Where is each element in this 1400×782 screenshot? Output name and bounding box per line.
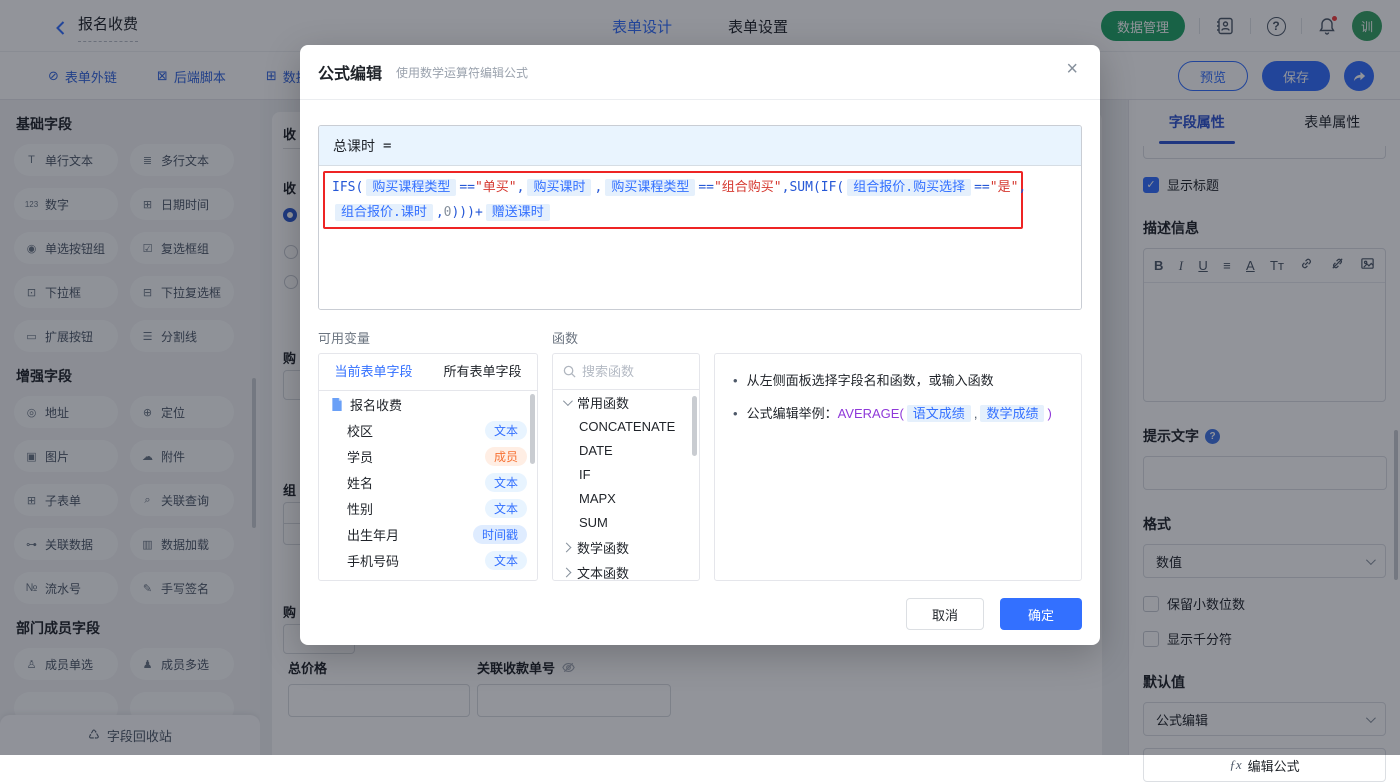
variables-root-row[interactable]: 报名收费 <box>319 391 537 417</box>
field-chip[interactable]: 组合报价.课时 <box>335 204 433 221</box>
formula-token: , <box>517 180 525 195</box>
formula-line: 组合报价.课时,0)))+赠送课时 <box>332 200 1014 225</box>
formula-token: "组合购买" <box>714 180 782 195</box>
function-item[interactable]: IF <box>553 463 699 487</box>
function-group-name: 数学函数 <box>577 538 629 557</box>
variable-row[interactable]: 学员成员 <box>319 443 537 469</box>
function-group-常用函数[interactable]: 常用函数 <box>553 390 699 415</box>
bullet: • <box>733 369 738 393</box>
formula-input-area[interactable]: IFS(购买课程类型=="单买",购买课时,购买课程类型=="组合购买",SUM… <box>319 166 1081 309</box>
formula-token: )))+ <box>451 205 482 220</box>
variable-type-badge: 文本 <box>485 499 527 518</box>
tip-token: ) <box>1047 406 1051 421</box>
functions-scrollbar[interactable] <box>692 396 697 456</box>
formula-token: , <box>1018 180 1026 195</box>
formula-edit-dialog: 公式编辑 使用数学运算符编辑公式 × 总课时 = IFS(购买课程类型=="单买… <box>300 45 1100 645</box>
variable-row[interactable]: 出生年月时间戳 <box>319 521 537 547</box>
variable-row[interactable]: 校区文本 <box>319 417 537 443</box>
variable-name: 学员 <box>347 447 485 466</box>
variables-scrollbar[interactable] <box>530 394 535 464</box>
variable-row[interactable]: 性别文本 <box>319 495 537 521</box>
function-group-name: 文本函数 <box>577 563 629 581</box>
formula-token: "是" <box>990 180 1019 195</box>
formula-line: IFS(购买课程类型=="单买",购买课时,购买课程类型=="组合购买",SUM… <box>332 175 1014 200</box>
field-chip: 数学成绩 <box>980 405 1044 422</box>
functions-panel: 常用函数 CONCATENATEDATEIFMAPXSUM 数学函数文本函数 <box>552 353 700 581</box>
variables-tab-所有表单字段[interactable]: 所有表单字段 <box>428 354 537 390</box>
formula-token: , <box>436 205 444 220</box>
formula-editor: 总课时 = IFS(购买课程类型=="单买",购买课时,购买课程类型=="组合购… <box>318 125 1082 310</box>
functions-label: 函数 <box>552 328 714 347</box>
tip-example: 公式编辑举例：AVERAGE(语文成绩,数学成绩) <box>747 402 1052 426</box>
chevron-right-icon <box>562 543 572 553</box>
formula-token: ,SUM(IF( <box>782 180 845 195</box>
field-chip: 语文成绩 <box>907 405 971 422</box>
function-search-input[interactable] <box>582 364 682 379</box>
formula-token: "单买" <box>475 180 517 195</box>
variable-type-badge: 成员 <box>485 447 527 466</box>
formula-token: == <box>698 180 714 195</box>
variables-panel: 当前表单字段所有表单字段 报名收费校区文本学员成员姓名文本性别文本出生年月时间戳… <box>318 353 538 581</box>
formula-token: == <box>974 180 990 195</box>
variable-type-badge: 文本 <box>485 473 527 492</box>
function-group-文本函数[interactable]: 文本函数 <box>553 560 699 581</box>
tip-token: , <box>974 406 978 421</box>
variable-type-badge: 文本 <box>485 421 527 440</box>
variable-type-badge: 文本 <box>485 551 527 570</box>
search-icon <box>563 365 576 378</box>
dialog-title: 公式编辑 <box>318 60 382 84</box>
variable-name: 校区 <box>347 421 485 440</box>
formula-target: 总课时 = <box>319 126 1081 166</box>
formula-tips: • 从左侧面板选择字段名和函数，或输入函数 • 公式编辑举例：AVERAGE(语… <box>714 353 1082 581</box>
tip-text: 从左侧面板选择字段名和函数，或输入函数 <box>747 369 994 393</box>
variables-label: 可用变量 <box>318 328 552 347</box>
function-item[interactable]: CONCATENATE <box>553 415 699 439</box>
field-chip[interactable]: 购买课程类型 <box>605 179 695 196</box>
dialog-subtitle: 使用数学运算符编辑公式 <box>396 64 528 81</box>
function-group-name: 常用函数 <box>577 393 629 412</box>
variable-row[interactable]: 姓名文本 <box>319 469 537 495</box>
chevron-right-icon <box>562 568 572 578</box>
variable-name: 姓名 <box>347 473 485 492</box>
variables-root-name: 报名收费 <box>350 395 527 414</box>
formula-token: , <box>594 180 602 195</box>
function-search[interactable] <box>553 354 699 390</box>
function-item[interactable]: MAPX <box>553 487 699 511</box>
fx-icon: ƒx <box>1229 757 1241 773</box>
formula-token: == <box>459 180 475 195</box>
field-chip[interactable]: 购买课时 <box>527 179 591 196</box>
function-item[interactable]: DATE <box>553 439 699 463</box>
variable-name: 性别 <box>347 499 485 518</box>
function-group-数学函数[interactable]: 数学函数 <box>553 535 699 560</box>
field-chip[interactable]: 赠送课时 <box>486 204 550 221</box>
chevron-down-icon <box>563 396 573 406</box>
variable-type-badge: 时间戳 <box>473 525 527 544</box>
variable-name: 出生年月 <box>347 525 473 544</box>
formula-token: IFS( <box>332 180 363 195</box>
variable-name: 手机号码 <box>347 551 485 570</box>
bullet: • <box>733 402 738 426</box>
close-icon[interactable]: × <box>1066 59 1078 79</box>
field-chip[interactable]: 购买课程类型 <box>366 179 456 196</box>
tip-token: AVERAGE( <box>838 406 904 421</box>
cancel-button[interactable]: 取消 <box>906 598 984 630</box>
confirm-button[interactable]: 确定 <box>1000 598 1082 630</box>
form-doc-icon <box>331 397 350 412</box>
function-item[interactable]: SUM <box>553 511 699 535</box>
formula-highlight-box: IFS(购买课程类型=="单买",购买课时,购买课程类型=="组合购买",SUM… <box>323 171 1023 229</box>
variables-tab-当前表单字段[interactable]: 当前表单字段 <box>319 354 428 390</box>
variable-row[interactable]: 手机号码文本 <box>319 547 537 573</box>
field-chip[interactable]: 组合报价.购买选择 <box>847 179 971 196</box>
